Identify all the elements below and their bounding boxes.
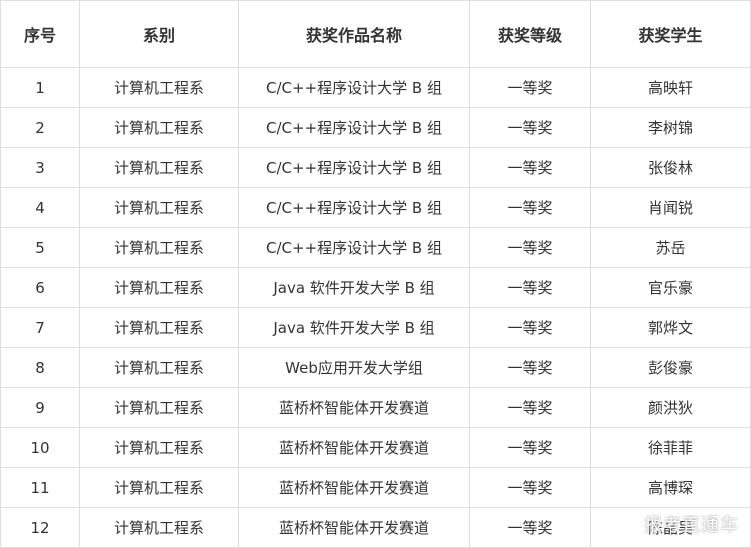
cell-award-level: 一等奖 (469, 427, 591, 468)
cell-student: 高博琛 (590, 467, 751, 508)
cell-department: 计算机工程系 (79, 467, 239, 508)
cell-department: 计算机工程系 (79, 427, 239, 468)
cell-seq: 10 (0, 427, 80, 468)
cell-student: 李树锦 (590, 107, 751, 148)
cell-seq: 8 (0, 347, 80, 388)
cell-student: 官乐豪 (590, 267, 751, 308)
cell-seq: 2 (0, 107, 80, 148)
cell-student: 颜洪狄 (590, 387, 751, 428)
cell-student: 肖闻锐 (590, 187, 751, 228)
cell-work-name: C/C++程序设计大学 B 组 (238, 107, 470, 148)
cell-work-name: C/C++程序设计大学 B 组 (238, 67, 470, 108)
cell-award-level: 一等奖 (469, 467, 591, 508)
table-row: 5 计算机工程系 C/C++程序设计大学 B 组 一等奖 苏岳 (0, 227, 751, 268)
cell-department: 计算机工程系 (79, 507, 239, 548)
cell-work-name: 蓝桥杯智能体开发赛道 (238, 427, 470, 468)
cell-seq: 1 (0, 67, 80, 108)
cell-award-level: 一等奖 (469, 67, 591, 108)
cell-seq: 6 (0, 267, 80, 308)
cell-seq: 9 (0, 387, 80, 428)
table-row: 12 计算机工程系 蓝桥杯智能体开发赛道 一等奖 陈晶吴 (0, 507, 751, 548)
header-department: 系别 (79, 0, 239, 68)
cell-department: 计算机工程系 (79, 147, 239, 188)
header-row: 序号 系别 获奖作品名称 获奖等级 获奖学生 (0, 0, 751, 68)
table-row: 8 计算机工程系 Web应用开发大学组 一等奖 彭俊豪 (0, 347, 751, 388)
cell-work-name: Java 软件开发大学 B 组 (238, 307, 470, 348)
cell-seq: 4 (0, 187, 80, 228)
watermark-text: 报考直通车 (644, 515, 739, 536)
table-body: 1 计算机工程系 C/C++程序设计大学 B 组 一等奖 高映轩 2 计算机工程… (0, 67, 751, 548)
cell-student: 张俊林 (590, 147, 751, 188)
table-row: 4 计算机工程系 C/C++程序设计大学 B 组 一等奖 肖闻锐 (0, 187, 751, 228)
cell-award-level: 一等奖 (469, 107, 591, 148)
cell-award-level: 一等奖 (469, 267, 591, 308)
cell-student: 苏岳 (590, 227, 751, 268)
cell-seq: 7 (0, 307, 80, 348)
cell-work-name: C/C++程序设计大学 B 组 (238, 187, 470, 228)
table-row: 10 计算机工程系 蓝桥杯智能体开发赛道 一等奖 徐菲菲 (0, 427, 751, 468)
cell-work-name: 蓝桥杯智能体开发赛道 (238, 467, 470, 508)
cell-work-name: 蓝桥杯智能体开发赛道 (238, 387, 470, 428)
header-student: 获奖学生 (590, 0, 751, 68)
cell-work-name: 蓝桥杯智能体开发赛道 (238, 507, 470, 548)
cell-award-level: 一等奖 (469, 347, 591, 388)
cell-work-name: Java 软件开发大学 B 组 (238, 267, 470, 308)
header-work-name: 获奖作品名称 (238, 0, 470, 68)
cell-student: 高映轩 (590, 67, 751, 108)
table-row: 3 计算机工程系 C/C++程序设计大学 B 组 一等奖 张俊林 (0, 147, 751, 188)
cell-department: 计算机工程系 (79, 67, 239, 108)
table-header: 序号 系别 获奖作品名称 获奖等级 获奖学生 (0, 0, 751, 68)
cell-award-level: 一等奖 (469, 227, 591, 268)
cell-award-level: 一等奖 (469, 307, 591, 348)
cell-department: 计算机工程系 (79, 107, 239, 148)
cell-seq: 3 (0, 147, 80, 188)
cell-work-name: C/C++程序设计大学 B 组 (238, 227, 470, 268)
cell-student: 彭俊豪 (590, 347, 751, 388)
cell-department: 计算机工程系 (79, 347, 239, 388)
table-row: 6 计算机工程系 Java 软件开发大学 B 组 一等奖 官乐豪 (0, 267, 751, 308)
cell-department: 计算机工程系 (79, 267, 239, 308)
cell-department: 计算机工程系 (79, 307, 239, 348)
cell-department: 计算机工程系 (79, 387, 239, 428)
cell-seq: 11 (0, 467, 80, 508)
table-row: 7 计算机工程系 Java 软件开发大学 B 组 一等奖 郭烨文 (0, 307, 751, 348)
cell-award-level: 一等奖 (469, 507, 591, 548)
header-award-level: 获奖等级 (469, 0, 591, 68)
cell-award-level: 一等奖 (469, 187, 591, 228)
cell-work-name: C/C++程序设计大学 B 组 (238, 147, 470, 188)
cell-award-level: 一等奖 (469, 387, 591, 428)
table-row: 1 计算机工程系 C/C++程序设计大学 B 组 一等奖 高映轩 (0, 67, 751, 108)
cell-seq: 12 (0, 507, 80, 548)
cell-student: 郭烨文 (590, 307, 751, 348)
table-row: 11 计算机工程系 蓝桥杯智能体开发赛道 一等奖 高博琛 (0, 467, 751, 508)
cell-department: 计算机工程系 (79, 227, 239, 268)
cell-seq: 5 (0, 227, 80, 268)
header-seq: 序号 (0, 0, 80, 68)
cell-award-level: 一等奖 (469, 147, 591, 188)
cell-department: 计算机工程系 (79, 187, 239, 228)
cell-work-name: Web应用开发大学组 (238, 347, 470, 388)
table-row: 2 计算机工程系 C/C++程序设计大学 B 组 一等奖 李树锦 (0, 107, 751, 148)
table-row: 9 计算机工程系 蓝桥杯智能体开发赛道 一等奖 颜洪狄 (0, 387, 751, 428)
cell-student: 徐菲菲 (590, 427, 751, 468)
awards-table: 序号 系别 获奖作品名称 获奖等级 获奖学生 1 计算机工程系 C/C++程序设… (0, 0, 751, 548)
